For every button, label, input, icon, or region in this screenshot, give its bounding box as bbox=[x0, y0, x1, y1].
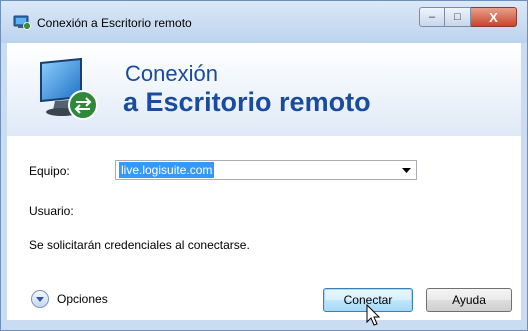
maximize-button[interactable]: □ bbox=[445, 7, 471, 27]
close-button[interactable]: X bbox=[471, 7, 517, 27]
dialog-content: Equipo: live.logisuite.com Usuario: Se s… bbox=[7, 135, 521, 326]
header-banner: Conexión a Escritorio remoto bbox=[7, 43, 521, 135]
credentials-note: Se solicitarán credenciales al conectars… bbox=[29, 238, 250, 252]
banner-title-line2: a Escritorio remoto bbox=[123, 87, 371, 117]
computer-value[interactable]: live.logisuite.com bbox=[119, 162, 215, 178]
mouse-cursor-icon bbox=[366, 304, 381, 326]
user-label: Usuario: bbox=[29, 204, 74, 218]
dropdown-arrow-icon[interactable] bbox=[398, 161, 414, 179]
title-bar[interactable]: Conexión a Escritorio remoto – □ X bbox=[1, 1, 527, 43]
maximize-icon: □ bbox=[454, 11, 461, 23]
help-button[interactable]: Ayuda bbox=[426, 288, 512, 312]
minimize-button[interactable]: – bbox=[419, 7, 445, 27]
window-controls: – □ X bbox=[419, 7, 517, 31]
remote-desktop-monitor-icon bbox=[40, 57, 98, 120]
window-title: Conexión a Escritorio remoto bbox=[37, 16, 192, 30]
close-icon: X bbox=[489, 9, 498, 25]
remote-desktop-app-icon bbox=[13, 15, 31, 30]
minimize-icon: – bbox=[428, 11, 436, 23]
computer-combobox[interactable]: live.logisuite.com bbox=[115, 160, 417, 180]
computer-label: Equipo: bbox=[29, 164, 70, 178]
remote-desktop-window: Conexión a Escritorio remoto – □ X Conex… bbox=[0, 0, 528, 331]
banner-title-line1: Conexión bbox=[125, 61, 218, 86]
options-toggle[interactable]: Opciones bbox=[31, 290, 108, 308]
options-label[interactable]: Opciones bbox=[57, 292, 108, 306]
expand-options-icon[interactable] bbox=[31, 290, 49, 308]
